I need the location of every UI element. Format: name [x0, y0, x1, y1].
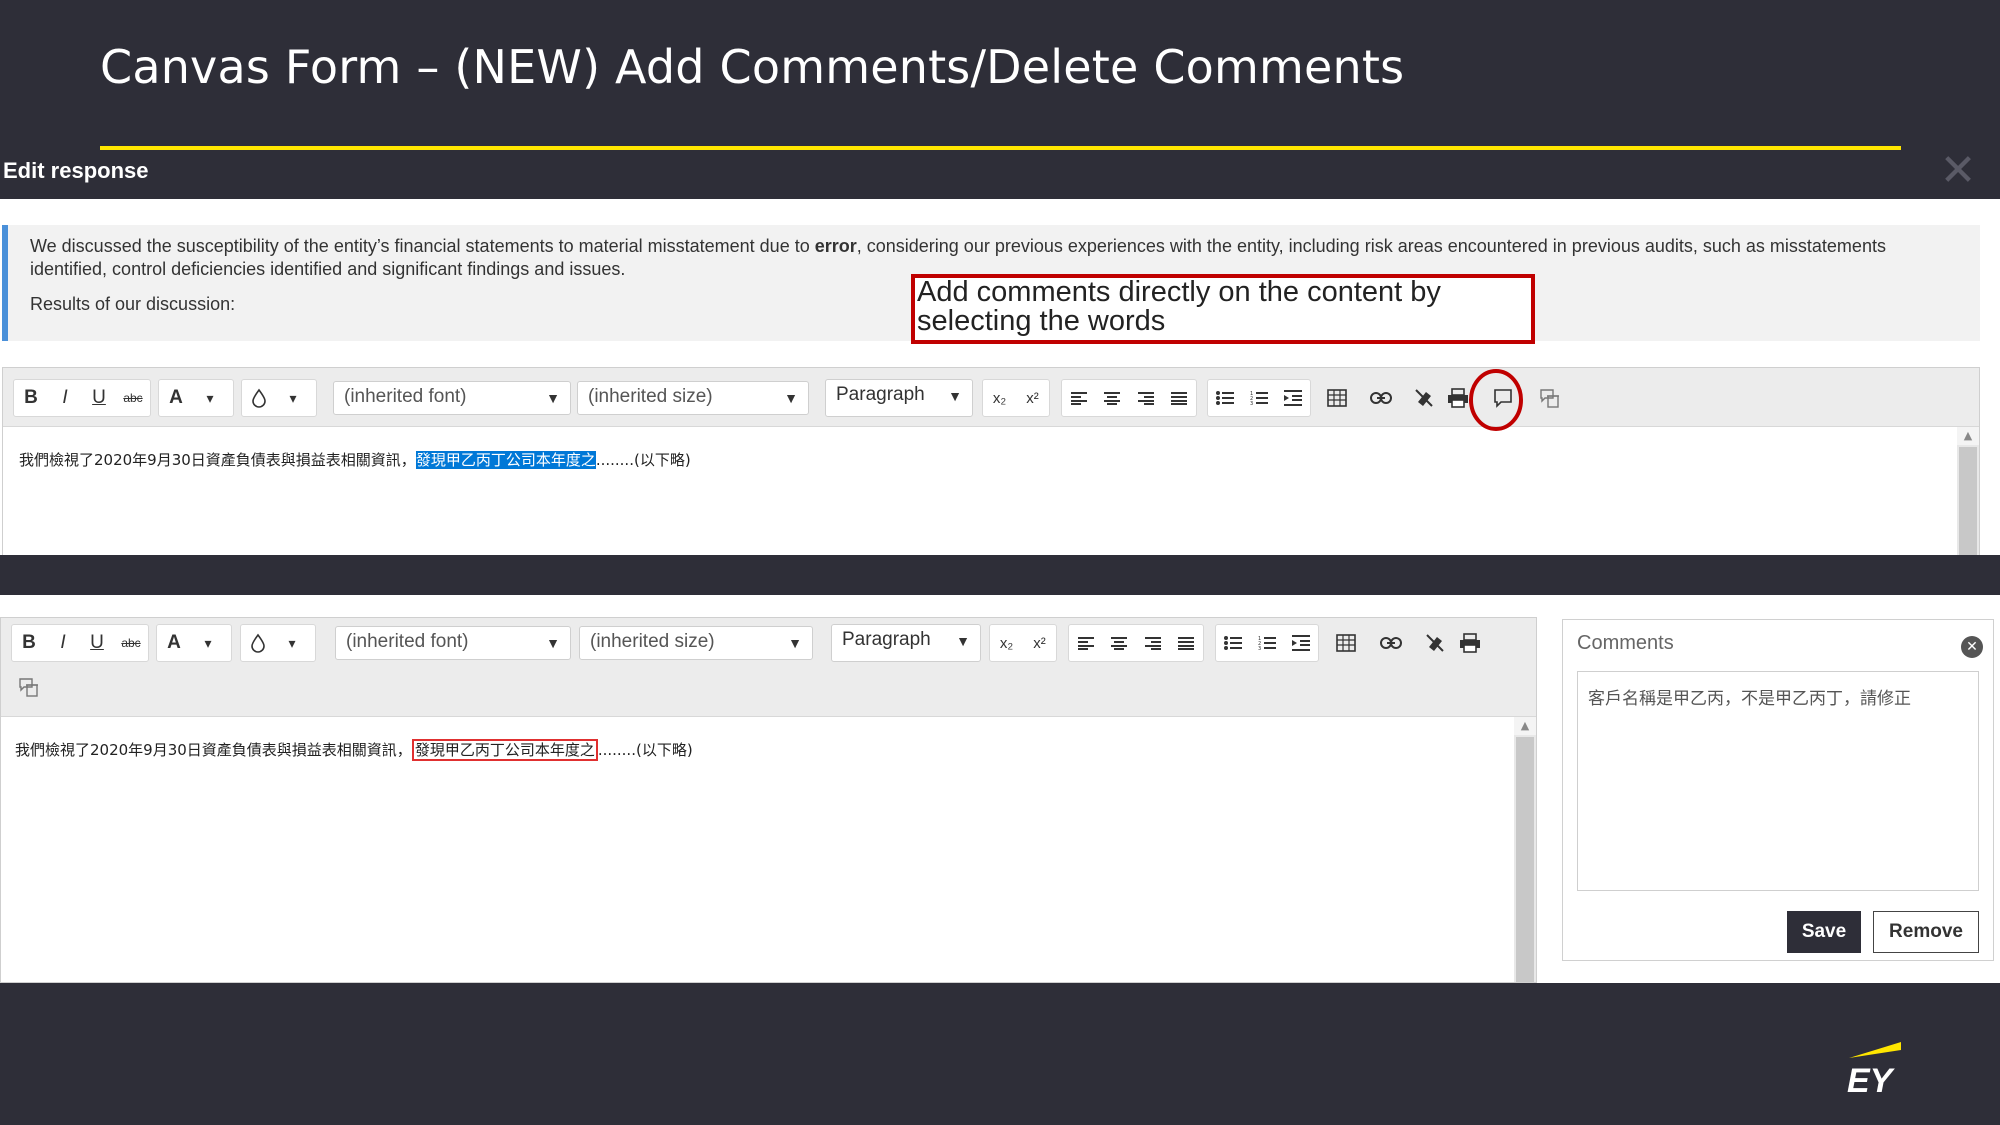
indent-icon[interactable]	[1276, 380, 1310, 416]
bold-button[interactable]: B	[14, 380, 48, 416]
font-size-select[interactable]: (inherited size) ▼	[579, 626, 813, 660]
comment-textarea[interactable]: 客戶名稱是甲乙丙，不是甲乙丙丁，請修正	[1577, 671, 1979, 891]
scroll-thumb[interactable]	[1959, 447, 1977, 555]
list-group: 123	[1207, 379, 1311, 417]
strikethrough-button[interactable]: abc	[114, 625, 148, 661]
highlight-color-icon[interactable]	[241, 625, 275, 661]
commented-text[interactable]: 發現甲乙丙丁公司本年度之	[411, 739, 598, 761]
scroll-up-icon[interactable]: ▲	[1514, 717, 1536, 735]
save-button[interactable]: Save	[1787, 911, 1861, 953]
chevron-down-icon: ▼	[948, 388, 962, 404]
bold-button[interactable]: B	[12, 625, 46, 661]
chevron-down-icon: ▼	[784, 390, 798, 406]
highlight-group: ▾	[240, 624, 316, 662]
font-family-select[interactable]: (inherited font) ▼	[335, 626, 571, 660]
edit-response-panel: We discussed the susceptibility of the e…	[0, 199, 2000, 555]
svg-text:EY: EY	[1847, 1062, 1896, 1096]
svg-text:3: 3	[1258, 646, 1261, 651]
chevron-down-icon: ▼	[788, 635, 802, 651]
highlight-color-caret[interactable]: ▾	[276, 380, 310, 416]
chevron-down-icon: ▼	[956, 633, 970, 649]
align-left-icon[interactable]	[1062, 380, 1096, 416]
italic-button[interactable]: I	[46, 625, 80, 661]
rich-text-editor-top: B I U abc A ▾ ▾ (inherited font) ▼ (inher…	[2, 367, 1980, 555]
link-icon[interactable]	[1374, 625, 1408, 661]
numbered-list-icon[interactable]: 123	[1250, 625, 1284, 661]
font-color-group: A ▾	[156, 624, 232, 662]
clear-format-icon[interactable]	[1407, 380, 1441, 416]
highlight-color-caret[interactable]: ▾	[275, 625, 309, 661]
format-group: B I U abc	[13, 379, 151, 417]
format-group: B I U abc	[11, 624, 149, 662]
scrollbar[interactable]: ▲	[1957, 427, 1979, 555]
numbered-list-icon[interactable]: 123	[1242, 380, 1276, 416]
table-icon[interactable]	[1320, 380, 1354, 416]
remove-button[interactable]: Remove	[1873, 911, 1979, 953]
comments-panel: Comments ✕ 客戶名稱是甲乙丙，不是甲乙丙丁，請修正 Save Remo…	[1562, 619, 1994, 961]
selected-text[interactable]: 發現甲乙丙丁公司本年度之	[415, 451, 596, 469]
ey-logo: EY	[1846, 1040, 1904, 1100]
rich-text-editor-bottom: B I U abc A ▾ ▾ (inherited font) ▼ (inher…	[0, 617, 1537, 983]
superscript-button[interactable]: x²	[1016, 380, 1049, 416]
highlight-group: ▾	[241, 379, 317, 417]
scrollbar[interactable]: ▲	[1514, 717, 1536, 982]
dialog-header	[0, 150, 2000, 199]
list-group: 123	[1215, 624, 1319, 662]
editor-toolbar: B I U abc A ▾ ▾ (inherited font) ▼ (inher…	[3, 368, 1979, 427]
font-family-select[interactable]: (inherited font) ▼	[333, 381, 571, 415]
underline-button[interactable]: U	[80, 625, 114, 661]
chevron-down-icon: ▼	[546, 635, 560, 651]
editor-toolbar: B I U abc A ▾ ▾ (inherited font) ▼ (inher…	[1, 618, 1536, 717]
highlight-circle	[1469, 369, 1523, 431]
subscript-button[interactable]: x₂	[983, 380, 1016, 416]
print-icon[interactable]	[1453, 625, 1487, 661]
scroll-thumb[interactable]	[1516, 737, 1534, 982]
delete-comments-icon[interactable]	[12, 669, 46, 705]
bullet-list-icon[interactable]	[1208, 380, 1242, 416]
underline-button[interactable]: U	[82, 380, 116, 416]
font-color-caret[interactable]: ▾	[193, 380, 227, 416]
editor-content-top[interactable]: 我們檢視了2020年9月30日資產負債表與損益表相關資訊，發現甲乙丙丁公司本年度…	[3, 427, 1957, 555]
instruction-callout: Add comments directly on the content by …	[911, 274, 1535, 344]
editor-content-bottom[interactable]: 我們檢視了2020年9月30日資產負債表與損益表相關資訊， 發現甲乙丙丁公司本年度…	[1, 717, 1514, 982]
indent-icon[interactable]	[1284, 625, 1318, 661]
comments-title: Comments	[1577, 632, 1674, 654]
align-justify-icon[interactable]	[1170, 625, 1204, 661]
paragraph-select[interactable]: Paragraph ▼	[825, 379, 973, 417]
align-group	[1061, 379, 1197, 417]
superscript-button[interactable]: x²	[1023, 625, 1056, 661]
font-color-group: A ▾	[158, 379, 234, 417]
align-left-icon[interactable]	[1069, 625, 1103, 661]
clear-format-icon[interactable]	[1418, 625, 1452, 661]
align-center-icon[interactable]	[1096, 380, 1130, 416]
align-center-icon[interactable]	[1103, 625, 1137, 661]
align-right-icon[interactable]	[1136, 625, 1170, 661]
align-group	[1068, 624, 1204, 662]
strikethrough-button[interactable]: abc	[116, 380, 150, 416]
link-icon[interactable]	[1364, 380, 1398, 416]
chevron-down-icon: ▼	[546, 390, 560, 406]
close-icon[interactable]: ✕	[1961, 636, 1983, 658]
italic-button[interactable]: I	[48, 380, 82, 416]
highlight-color-icon[interactable]	[242, 380, 276, 416]
paragraph-select[interactable]: Paragraph ▼	[831, 624, 981, 662]
font-color-button[interactable]: A	[159, 380, 193, 416]
script-group: x₂ x²	[982, 379, 1050, 417]
script-group: x₂ x²	[989, 624, 1057, 662]
close-icon[interactable]: ✕	[1938, 149, 1978, 193]
scroll-up-icon[interactable]: ▲	[1957, 427, 1979, 445]
separator-band	[0, 555, 2000, 595]
dialog-title: Edit response	[3, 158, 149, 183]
subscript-button[interactable]: x₂	[990, 625, 1023, 661]
font-color-caret[interactable]: ▾	[191, 625, 225, 661]
font-color-button[interactable]: A	[157, 625, 191, 661]
align-right-icon[interactable]	[1129, 380, 1163, 416]
align-justify-icon[interactable]	[1163, 380, 1197, 416]
bullet-list-icon[interactable]	[1216, 625, 1250, 661]
table-icon[interactable]	[1329, 625, 1363, 661]
svg-text:3: 3	[1250, 401, 1253, 406]
font-size-select[interactable]: (inherited size) ▼	[577, 381, 809, 415]
slide-title: Canvas Form – (NEW) Add Comments/Delete …	[100, 40, 1405, 94]
delete-comments-icon[interactable]	[1533, 380, 1567, 416]
